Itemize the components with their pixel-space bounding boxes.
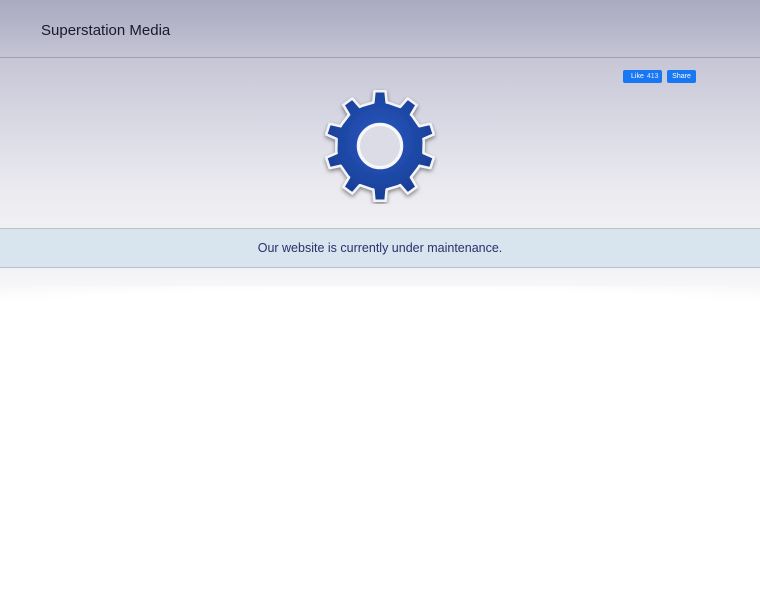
header-divider bbox=[0, 57, 760, 58]
like-count: 413 bbox=[646, 73, 659, 80]
maintenance-notice-bar: Our website is currently under maintenan… bbox=[0, 228, 760, 268]
like-label: Like bbox=[631, 73, 644, 80]
site-title: Superstation Media bbox=[41, 22, 171, 39]
maintenance-message: Our website is currently under maintenan… bbox=[257, 241, 503, 255]
facebook-like-button[interactable]: Like 413 bbox=[623, 70, 662, 83]
bottom-fade bbox=[0, 268, 760, 306]
facebook-widgets: Like 413 Share bbox=[623, 70, 696, 83]
gear-hole bbox=[358, 124, 402, 168]
gear-icon bbox=[325, 90, 435, 202]
maintenance-page: Superstation Media Like 413 Share Our we… bbox=[0, 0, 760, 600]
facebook-share-button[interactable]: Share bbox=[667, 70, 696, 83]
